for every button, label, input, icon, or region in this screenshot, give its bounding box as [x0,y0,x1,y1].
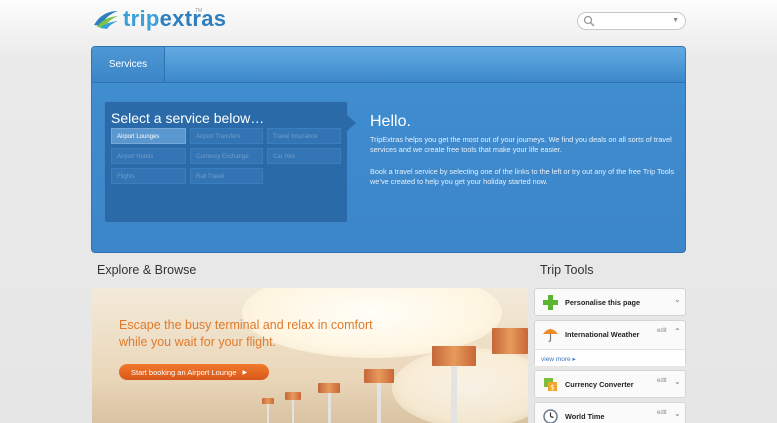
service-rail-travel[interactable]: Rail Travel [190,168,263,184]
edit-link[interactable]: edit [657,410,667,416]
tool-currency-converter[interactable]: $ Currency Converter edit ⌄ [534,370,686,398]
services-panel: Services Select a service below… Airport… [91,46,686,253]
chevron-down-icon[interactable]: ▼ [672,17,679,24]
service-flights[interactable]: Flights [111,168,186,184]
chevron-down-icon[interactable]: ⌄ [674,409,681,418]
plus-icon [543,295,558,310]
lamp-stand [267,404,269,423]
view-more-link[interactable]: view more ▸ [535,349,685,366]
chevron-down-icon[interactable]: ⌄ [674,377,681,386]
panel-tab-bar [92,47,685,83]
svg-text:$: $ [550,384,554,392]
service-selector: Select a service below… Airport Lounges … [104,101,356,223]
select-service-title: Select a service below… [111,110,265,126]
tool-label: World Time [565,412,605,421]
currency-icon: $ [544,378,557,392]
service-airport-transfers[interactable]: Airport Transfers [190,128,263,144]
hello-booking-text: Book a travel service by selecting one o… [370,167,675,186]
tab-services[interactable]: Services [92,47,165,82]
lamp-stand [328,393,331,423]
lamp-shade [432,346,476,366]
explore-browse-heading: Explore & Browse [97,263,197,277]
tool-personalise[interactable]: Personalise this page ⌄ [534,288,686,316]
start-booking-lounge-button[interactable]: Start booking an Airport Lounge ▶ [119,364,269,380]
tripextras-logo[interactable]: tripextras [92,5,226,33]
lamp-shade [492,328,528,354]
hello-heading: Hello. [370,113,411,130]
edit-link[interactable]: edit [657,378,667,384]
swoosh-logo-icon [94,11,118,29]
service-travel-insurance[interactable]: Travel Insurance [267,128,341,144]
lamp-stand [451,366,457,423]
trip-tools-heading: Trip Tools [540,263,594,277]
hello-intro-text: TripExtras helps you get the most out of… [370,135,672,154]
service-car-hire[interactable]: Car Hire [267,148,341,164]
edit-link[interactable]: edit [657,328,667,334]
service-currency-exchange[interactable]: Currency Exchange [190,148,263,164]
logo-text: tripextras [123,6,227,31]
arrow-right-icon: ▸ [572,356,576,363]
search-icon [583,15,595,27]
lamp-stand [377,383,381,423]
chevron-up-icon[interactable]: ⌃ [674,327,681,336]
trademark-mark: TM [195,8,203,14]
service-airport-hotels[interactable]: Airport Hotels [111,148,186,164]
lamp-shade [285,392,301,400]
lamp-shade [318,383,340,393]
arrow-right-icon: ▶ [242,369,248,376]
clock-icon [543,409,558,423]
tool-label: Currency Converter [565,380,634,389]
chevron-down-icon[interactable]: ⌄ [674,295,681,304]
tool-international-weather[interactable]: International Weather edit ⌃ view more ▸ [534,320,686,366]
search-input[interactable]: ▼ [577,12,686,30]
tool-label: Personalise this page [565,298,641,307]
service-airport-lounges[interactable]: Airport Lounges [111,128,186,144]
lamp-shade [364,369,394,383]
banner-headline: Escape the busy terminal and relax in co… [119,318,373,349]
airport-lounge-banner[interactable]: Escape the busy terminal and relax in co… [92,288,528,423]
umbrella-icon [543,329,558,342]
lamp-stand [292,400,294,423]
tool-world-time[interactable]: World Time edit ⌄ [534,402,686,423]
tool-label: International Weather [565,330,640,339]
